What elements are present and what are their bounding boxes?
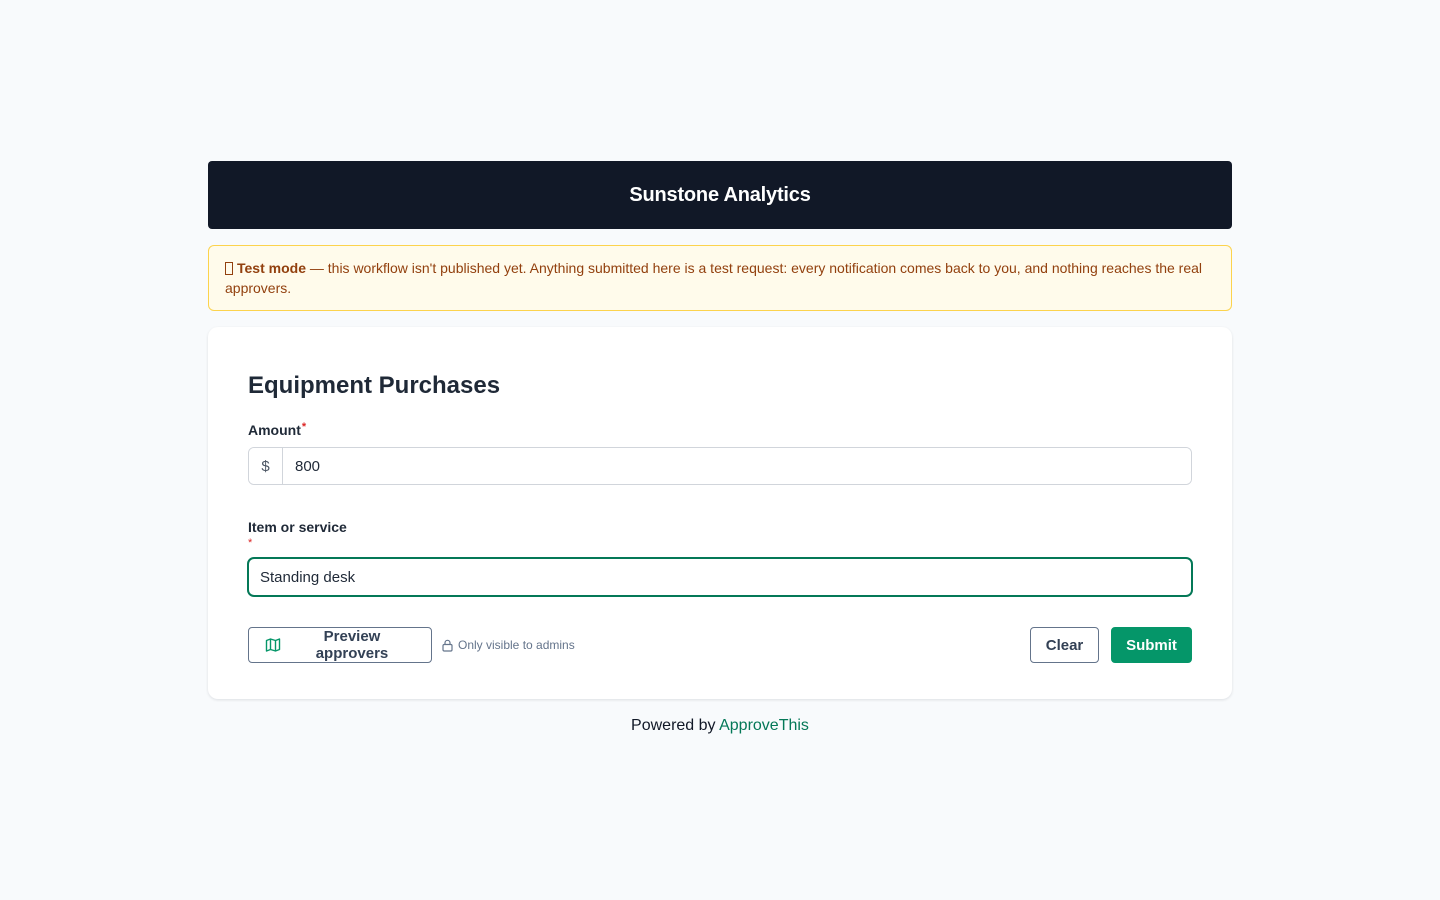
admins-only-text: Only visible to admins [458,638,575,652]
lock-icon [442,639,453,652]
clear-button[interactable]: Clear [1030,627,1099,663]
amount-label: Amount* [248,418,1192,439]
admins-only-note: Only visible to admins [442,638,575,652]
warning-icon [225,262,233,275]
currency-prefix: $ [249,448,283,484]
request-form-card: Equipment Purchases Amount* $ Item or se… [208,327,1232,699]
form-actions: Preview approvers Only visible to admins… [248,627,1192,663]
company-name: Sunstone Analytics [629,183,811,206]
submit-button[interactable]: Submit [1111,627,1192,663]
preview-approvers-button[interactable]: Preview approvers [248,627,432,663]
powered-by-text: Powered by [631,717,720,734]
item-field: Item or service * [247,518,1193,597]
amount-label-text: Amount [248,422,301,438]
item-input[interactable] [247,557,1193,597]
powered-by-footer: Powered by ApproveThis [208,717,1232,735]
approvethis-link[interactable]: ApproveThis [719,717,809,734]
test-mode-label: Test mode [237,260,306,276]
company-header: Sunstone Analytics [208,161,1232,229]
page-container: Sunstone Analytics Test mode — this work… [208,161,1232,735]
map-icon [265,638,281,652]
amount-input-group: $ [248,447,1192,485]
item-label: Item or service [248,519,347,535]
test-mode-message: — this workflow isn't published yet. Any… [225,260,1203,296]
amount-input[interactable] [283,448,1191,484]
test-mode-banner: Test mode — this workflow isn't publishe… [208,245,1232,311]
amount-required-marker: * [301,421,307,433]
preview-approvers-label: Preview approvers [315,628,389,662]
item-required-marker: * [248,537,253,549]
amount-field: Amount* $ [248,418,1192,485]
form-title: Equipment Purchases [248,372,501,399]
